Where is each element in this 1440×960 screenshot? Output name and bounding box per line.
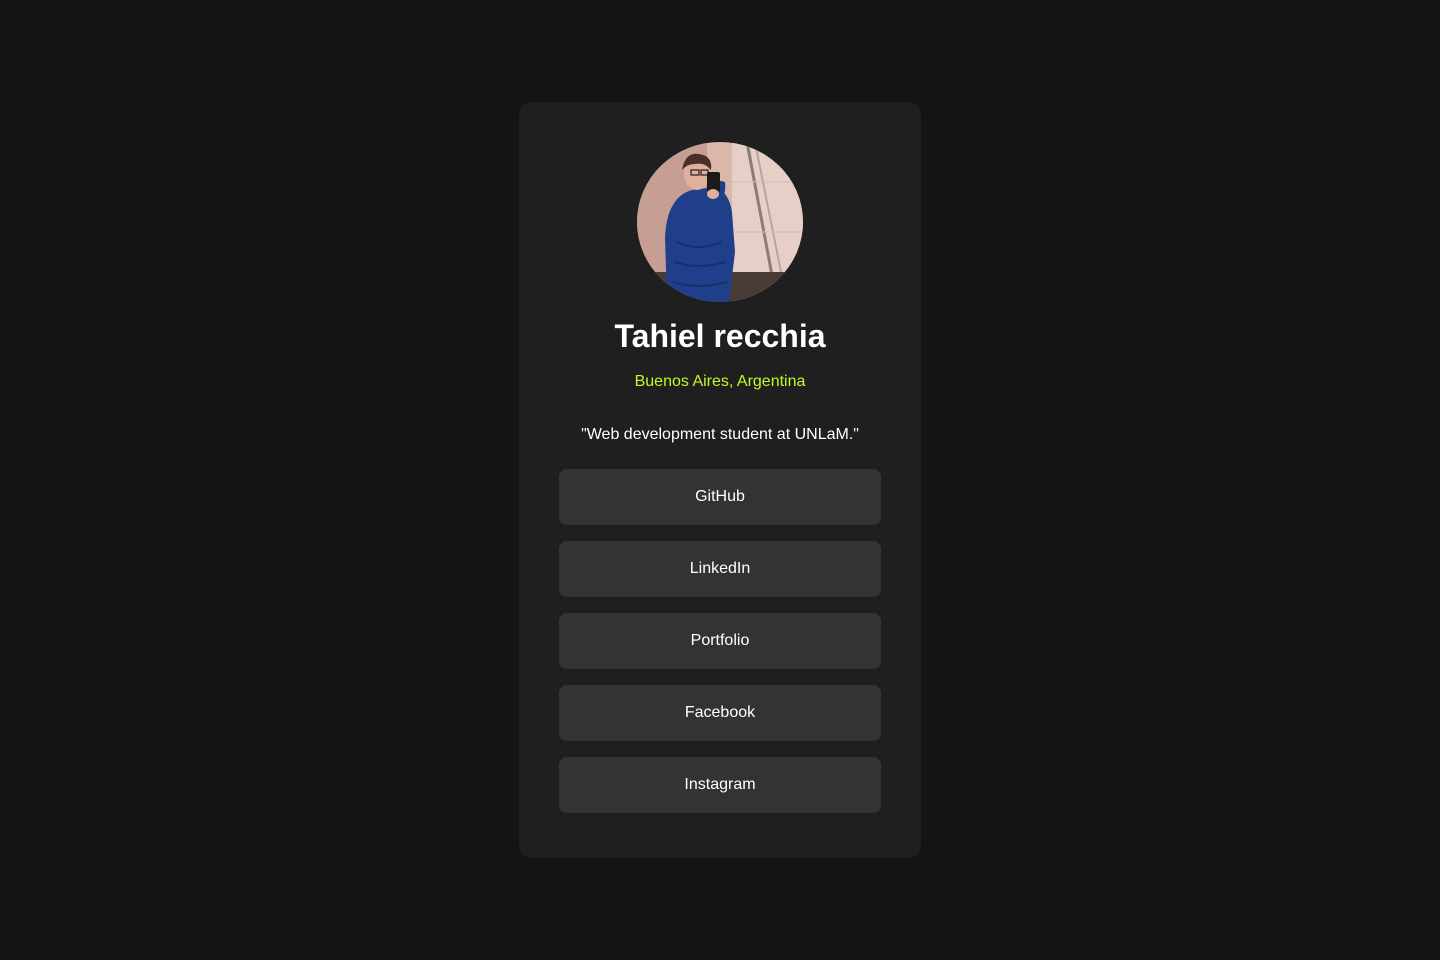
- linkedin-link-button[interactable]: LinkedIn: [559, 541, 881, 597]
- github-link-button[interactable]: GitHub: [559, 469, 881, 525]
- instagram-link-button[interactable]: Instagram: [559, 757, 881, 813]
- profile-name: Tahiel recchia: [614, 318, 826, 354]
- avatar: [637, 142, 803, 302]
- links-list: GitHub LinkedIn Portfolio Facebook Insta…: [559, 469, 881, 813]
- page: Tahiel recchia Buenos Aires, Argentina "…: [0, 0, 1440, 960]
- profile-bio: "Web development student at UNLaM.": [581, 426, 859, 443]
- profile-location: Buenos Aires, Argentina: [634, 373, 806, 390]
- profile-card: Tahiel recchia Buenos Aires, Argentina "…: [519, 102, 921, 858]
- portfolio-link-button[interactable]: Portfolio: [559, 613, 881, 669]
- facebook-link-button[interactable]: Facebook: [559, 685, 881, 741]
